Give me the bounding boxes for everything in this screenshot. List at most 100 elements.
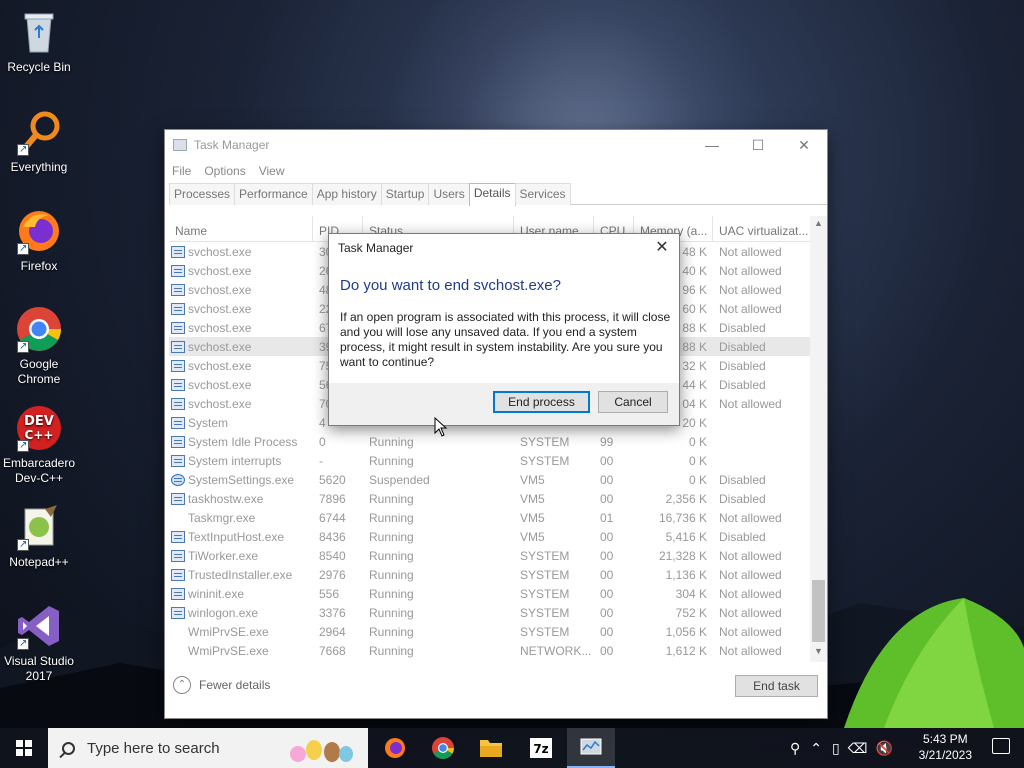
table-row[interactable]: winlogon.exe 3376 Running SYSTEM 00 752 K Not … — [169, 603, 813, 622]
table-row[interactable]: System interrupts - Running SYSTEM 00 0 K — [169, 451, 813, 470]
volume-muted-icon[interactable]: 🔇 — [876, 740, 893, 757]
table-row[interactable]: WmiPrvSE.exe 7668 Running NETWORK... 00 1,612… — [169, 641, 813, 660]
desktop-icon-firefox[interactable]: Firefox — [0, 207, 78, 274]
window-title: Task Manager — [194, 138, 270, 152]
mouse-cursor-icon — [434, 417, 448, 437]
tab-bar: Processes Performance App history Startu… — [169, 183, 827, 206]
fewer-details-button[interactable]: ⌃ Fewer details — [173, 676, 270, 694]
desktop-icon-chrome[interactable]: Google Chrome — [0, 305, 78, 387]
maximize-icon: ☐ — [751, 136, 765, 153]
table-row[interactable]: TextInputHost.exe 8436 Running VM5 00 5,416 K… — [169, 527, 813, 546]
cell-status: Running — [369, 510, 414, 525]
cell-cpu: 00 — [600, 567, 614, 582]
cell-memory: 0 K — [688, 434, 707, 449]
cell-status: Running — [369, 491, 414, 506]
end-process-dialog: Task Manager ✕ Do you want to end svchos… — [328, 233, 680, 426]
tab-startup[interactable]: Startup — [380, 183, 430, 205]
cell-uac: Not allowed — [719, 586, 782, 601]
dialog-title[interactable]: Task Manager — [329, 234, 679, 262]
scroll-up-icon[interactable]: ▲ — [810, 218, 827, 232]
desktop-icon-recycle-bin[interactable]: Recycle Bin — [0, 8, 78, 75]
cell-memory: 16,736 K — [658, 510, 707, 525]
cell-name: System Idle Process — [169, 435, 313, 449]
tab-app-history[interactable]: App history — [311, 183, 382, 205]
column-header-name[interactable]: ⌃ Name — [169, 216, 313, 241]
desktop-icon-notepadpp[interactable]: Notepad++ — [0, 503, 78, 570]
scroll-thumb[interactable] — [812, 580, 825, 642]
tab-performance[interactable]: Performance — [234, 183, 313, 205]
table-row[interactable]: TiWorker.exe 8540 Running SYSTEM 00 21,328 K N… — [169, 546, 813, 565]
cell-status: Running — [369, 567, 414, 582]
cell-user: SYSTEM — [520, 586, 570, 601]
svg-text:7z: 7z — [533, 742, 548, 756]
menu-file[interactable]: File — [172, 164, 191, 178]
desktop-icon-visual-studio[interactable]: Visual Studio 2017 — [0, 602, 78, 684]
cell-uac: Not allowed — [719, 605, 782, 620]
cortana-search-icon[interactable]: ⚲ — [790, 740, 800, 757]
menu-view[interactable]: View — [259, 164, 285, 178]
dialog-close-button[interactable]: ✕ — [651, 237, 673, 259]
process-icon — [171, 264, 185, 277]
tab-services[interactable]: Services — [514, 183, 571, 205]
network-icon[interactable]: ⌫ — [848, 740, 868, 757]
task-manager-icon — [173, 139, 187, 151]
table-row[interactable]: wininit.exe 556 Running SYSTEM 00 304 K Not al… — [169, 584, 813, 603]
menu-options[interactable]: Options — [204, 164, 245, 178]
cell-uac: Not allowed — [719, 567, 782, 582]
taskbar-chrome[interactable] — [419, 728, 467, 768]
scroll-down-icon[interactable]: ▼ — [810, 646, 827, 660]
table-row[interactable]: SystemSettings.exe 5620 Suspended VM5 00 0 K D… — [169, 470, 813, 489]
wallpaper-tent — [844, 598, 1024, 728]
window-footer: ⌃ Fewer details End task — [165, 662, 827, 718]
cell-pid: 2976 — [319, 567, 346, 582]
taskbar-search-box[interactable]: Type here to search — [48, 728, 368, 768]
vertical-scrollbar[interactable]: ▲ ▼ — [810, 216, 827, 662]
cell-status: Running — [369, 453, 414, 468]
cell-user: NETWORK... — [520, 643, 592, 658]
cell-name: TrustedInstaller.exe — [169, 568, 313, 582]
everything-search-icon — [15, 108, 63, 157]
table-row[interactable]: Taskmgr.exe 6744 Running VM5 01 16,736 K Not a… — [169, 508, 813, 527]
table-row[interactable]: TrustedInstaller.exe 2976 Running SYSTEM 00 1… — [169, 565, 813, 584]
table-row[interactable]: System Idle Process 0 Running SYSTEM 99 0 K — [169, 432, 813, 451]
column-header-uac[interactable]: UAC virtualizat... — [713, 216, 813, 241]
taskbar-task-manager[interactable] — [567, 728, 615, 768]
table-row[interactable]: WmiPrvSE.exe 2964 Running SYSTEM 00 1,056 K No… — [169, 622, 813, 641]
taskbar-file-explorer[interactable] — [467, 728, 515, 768]
process-icon — [171, 245, 185, 258]
tab-users[interactable]: Users — [428, 183, 470, 205]
cell-status: Running — [369, 548, 414, 563]
desktop-icon-label: Everything — [10, 160, 68, 174]
tab-processes[interactable]: Processes — [169, 183, 236, 205]
taskbar-7zip[interactable]: 7z — [517, 728, 565, 768]
end-task-button[interactable]: End task — [735, 675, 818, 697]
taskbar-clock[interactable]: 5:43 PM 3/21/2023 — [919, 731, 972, 763]
tab-details[interactable]: Details — [468, 183, 516, 206]
cell-memory: 1,136 K — [665, 567, 707, 582]
cell-status: Running — [369, 605, 414, 620]
chevron-up-icon[interactable]: ⌃ — [810, 740, 822, 757]
end-process-button[interactable]: End process — [493, 391, 590, 413]
process-icon — [171, 378, 185, 391]
notification-center-icon[interactable] — [992, 738, 1010, 754]
cell-uac: Disabled — [719, 491, 766, 506]
cancel-button[interactable]: Cancel — [598, 391, 668, 413]
cell-uac: Not allowed — [719, 643, 782, 658]
chrome-icon — [432, 737, 454, 759]
process-icon — [171, 549, 185, 562]
taskbar-firefox[interactable] — [371, 728, 419, 768]
table-row[interactable]: taskhostw.exe 7896 Running VM5 00 2,356 K Disa… — [169, 489, 813, 508]
desktop-icon-devcpp[interactable]: DEVC++ Embarcadero Dev-C++ — [0, 404, 78, 486]
start-button[interactable] — [0, 728, 48, 768]
tablet-icon[interactable]: ▯ — [832, 740, 840, 757]
cell-memory: 304 K — [675, 586, 707, 601]
desktop-icon-everything[interactable]: Everything — [0, 108, 78, 175]
process-icon — [171, 606, 185, 619]
maximize-button[interactable]: ☐ — [735, 130, 781, 160]
cell-name: TextInputHost.exe — [169, 530, 313, 544]
cell-memory: 1,056 K — [665, 624, 707, 639]
cell-user: SYSTEM — [520, 567, 570, 582]
process-icon — [171, 587, 185, 600]
minimize-button[interactable]: — — [689, 130, 735, 160]
close-button[interactable]: ✕ — [781, 130, 827, 160]
